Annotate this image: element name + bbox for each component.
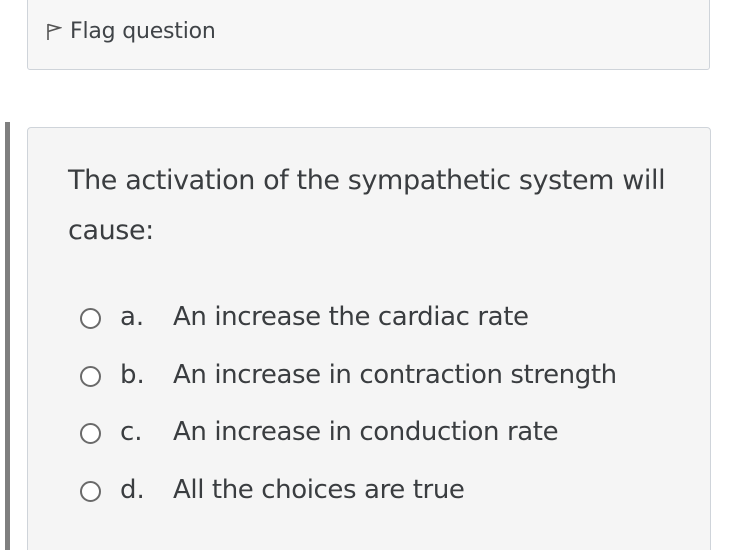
option-letter-a: a. — [120, 302, 145, 332]
option-text-d: All the choices are true — [173, 474, 465, 505]
option-text-a: An increase the cardiac rate — [173, 302, 529, 332]
flag-question-link[interactable]: Flag question — [46, 19, 216, 44]
option-letter-b: b. — [120, 359, 145, 390]
option-text-b: An increase in contraction strength — [173, 359, 617, 390]
radio-button-c[interactable] — [80, 423, 101, 444]
quiz-page: Flag question The activation of the symp… — [0, 0, 739, 550]
radio-button-d[interactable] — [80, 480, 101, 502]
option-letter-c: c. — [120, 417, 143, 447]
flag-icon — [46, 23, 63, 41]
flag-question-label: Flag question — [70, 19, 216, 44]
radio-button-b[interactable] — [80, 365, 101, 387]
question-content-panel: The activation of the sympathetic system… — [27, 127, 711, 550]
question-text: The activation of the sympathetic system… — [68, 165, 666, 246]
radio-button-a[interactable] — [80, 308, 101, 329]
question-left-border — [5, 122, 10, 550]
option-letter-d: d. — [120, 474, 145, 505]
question-info-panel: Flag question — [27, 0, 710, 70]
option-text-c: An increase in conduction rate — [173, 417, 559, 447]
